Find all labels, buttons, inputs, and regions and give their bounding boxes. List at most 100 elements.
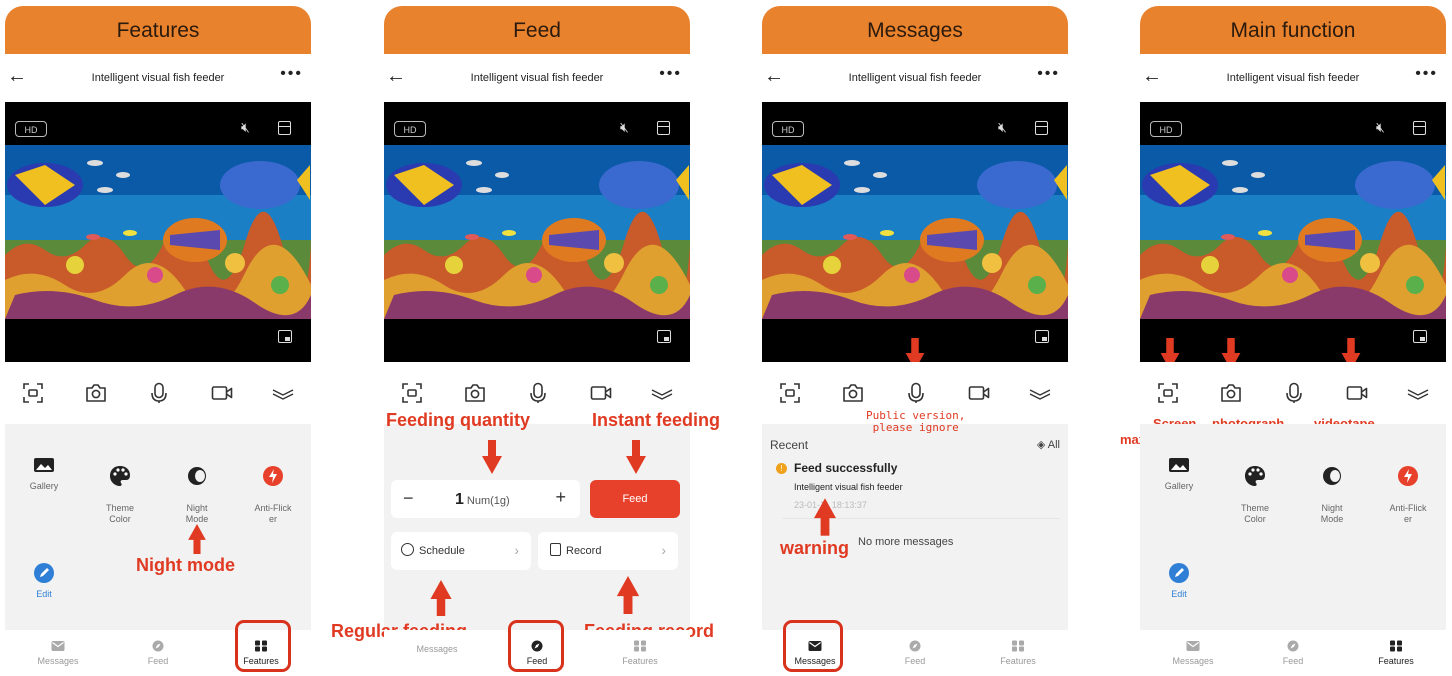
quantity-unit: Num(1g) — [466, 495, 510, 507]
screen-maximize-icon[interactable] — [1157, 382, 1179, 404]
camera-icon[interactable] — [85, 382, 107, 404]
clock-icon — [401, 543, 414, 556]
picture-in-picture-icon[interactable] — [1035, 330, 1049, 343]
layout-icon[interactable] — [278, 121, 291, 135]
theme-color-label: Theme Color — [105, 503, 134, 524]
panel-header: Messages — [762, 6, 1068, 54]
picture-in-picture-icon[interactable] — [278, 330, 292, 343]
collapse-icon[interactable] — [1029, 382, 1051, 404]
edit-label: Edit — [36, 589, 52, 599]
video-record-icon[interactable] — [211, 382, 233, 404]
anti-flicker-button[interactable]: Anti-Flick er — [238, 454, 308, 525]
feed-button[interactable]: Feed — [590, 480, 680, 518]
microphone-icon[interactable] — [148, 382, 170, 404]
panel-header: Features — [5, 6, 311, 54]
microphone-icon[interactable] — [1283, 382, 1305, 404]
message-title[interactable]: Feed successfully — [794, 461, 897, 475]
tab-messages[interactable]: Messages — [23, 640, 93, 666]
video-record-icon[interactable] — [1346, 382, 1368, 404]
camera-icon[interactable] — [1220, 382, 1242, 404]
gallery-button[interactable]: Gallery — [1144, 454, 1214, 492]
control-bar — [1140, 362, 1446, 424]
night-mode-button[interactable]: Night Mode — [162, 454, 232, 525]
layout-icon[interactable] — [1413, 121, 1426, 135]
hd-toggle[interactable]: HD — [1150, 121, 1182, 137]
microphone-icon[interactable] — [905, 382, 927, 404]
more-options-icon[interactable]: ••• — [280, 65, 303, 83]
annotation-warning: warning — [780, 538, 850, 558]
night-mode-button[interactable]: Night Mode — [1297, 454, 1367, 525]
bottom-tab-bar: Messages Feed Features — [1140, 630, 1446, 676]
collapse-icon[interactable] — [651, 382, 673, 404]
layout-icon[interactable] — [1035, 121, 1048, 135]
hd-toggle[interactable]: HD — [394, 121, 426, 137]
screen-maximize-icon[interactable] — [22, 382, 44, 404]
tab-feed[interactable]: Feed — [1258, 640, 1328, 666]
device-title: Intelligent visual fish feeder — [1226, 72, 1360, 84]
increase-button[interactable]: + — [555, 487, 566, 508]
grid-icon — [633, 640, 647, 652]
video-preview[interactable]: HD 🔇︎ — [1140, 102, 1446, 362]
tab-feed[interactable]: Feed — [123, 640, 193, 666]
annotation-feeding-quantity: Feeding quantity — [386, 410, 530, 430]
video-record-icon[interactable] — [968, 382, 990, 404]
record-label: Record — [566, 545, 602, 557]
annotation-arrow-up — [428, 580, 454, 616]
camera-icon[interactable] — [842, 382, 864, 404]
more-options-icon[interactable]: ••• — [1415, 65, 1438, 83]
warning-icon: ! — [776, 463, 787, 474]
hd-toggle[interactable]: HD — [15, 121, 47, 137]
tab-feed[interactable]: Feed — [880, 640, 950, 666]
quantity-number: 1 — [455, 491, 464, 508]
speaker-mute-icon[interactable]: 🔇︎ — [241, 119, 250, 136]
speaker-mute-icon[interactable]: 🔇︎ — [620, 119, 629, 136]
speaker-mute-icon[interactable]: 🔇︎ — [1376, 119, 1385, 136]
screen-maximize-icon[interactable] — [779, 382, 801, 404]
video-preview[interactable]: HD 🔇︎ — [5, 102, 311, 362]
edit-button[interactable]: Edit — [9, 562, 79, 600]
speaker-mute-icon[interactable]: 🔇︎ — [998, 119, 1007, 136]
grid-icon — [1011, 640, 1025, 652]
layout-icon[interactable] — [657, 121, 670, 135]
gallery-button[interactable]: Gallery — [9, 454, 79, 492]
all-filter-button[interactable]: ◈ All — [1037, 438, 1060, 451]
picture-in-picture-icon[interactable] — [1413, 330, 1427, 343]
tab-label: Feed — [904, 656, 926, 666]
tab-features[interactable]: Features — [605, 640, 675, 666]
anti-flicker-button[interactable]: Anti-Flick er — [1373, 454, 1443, 525]
more-options-icon[interactable]: ••• — [659, 65, 682, 83]
edit-button[interactable]: Edit — [1144, 562, 1214, 600]
tab-label: Features — [1378, 656, 1414, 666]
video-preview[interactable]: HD 🔇︎ — [384, 102, 690, 362]
mail-icon — [1186, 640, 1200, 652]
palette-icon — [1244, 465, 1266, 487]
grid-icon — [1389, 640, 1403, 652]
theme-color-button[interactable]: Theme Color — [85, 454, 155, 525]
decrease-button[interactable]: − — [403, 488, 414, 509]
video-preview[interactable]: HD 🔇︎ — [762, 102, 1068, 362]
picture-in-picture-icon[interactable] — [657, 330, 671, 343]
tab-features[interactable]: Features — [983, 640, 1053, 666]
tab-messages[interactable]: Messages — [402, 644, 472, 654]
theme-color-button[interactable]: Theme Color — [1220, 454, 1290, 525]
anti-flicker-label: Anti-Flick er — [1389, 503, 1427, 524]
tab-label: Features — [622, 656, 658, 666]
more-options-icon[interactable]: ••• — [1037, 65, 1060, 83]
hd-toggle[interactable]: HD — [772, 121, 804, 137]
record-button[interactable]: Record › — [538, 532, 678, 570]
tab-features[interactable]: Features — [1361, 640, 1431, 666]
camera-icon[interactable] — [464, 382, 486, 404]
night-mode-label: Night Mode — [185, 503, 209, 524]
compass-icon — [1286, 640, 1300, 652]
screen-maximize-icon[interactable] — [401, 382, 423, 404]
aquarium-image — [1140, 145, 1446, 319]
annotation-arrow-down — [479, 440, 505, 474]
tab-label: Messages — [37, 656, 79, 666]
collapse-icon[interactable] — [272, 382, 294, 404]
collapse-icon[interactable] — [1407, 382, 1429, 404]
anti-flicker-label: Anti-Flick er — [254, 503, 292, 524]
tab-messages[interactable]: Messages — [1158, 640, 1228, 666]
video-record-icon[interactable] — [590, 382, 612, 404]
schedule-button[interactable]: Schedule › — [391, 532, 531, 570]
microphone-icon[interactable] — [527, 382, 549, 404]
